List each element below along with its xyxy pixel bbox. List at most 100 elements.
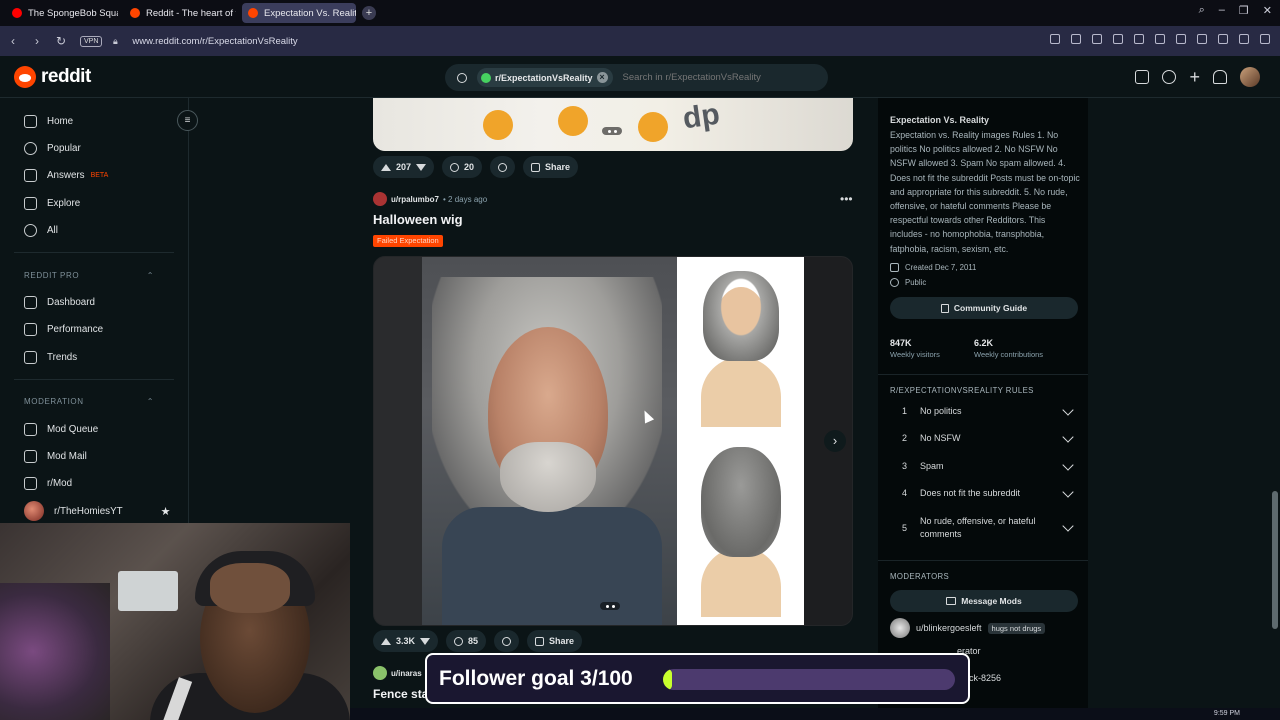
upvote-icon[interactable] (381, 163, 391, 171)
message-mods-button[interactable]: Message Mods (890, 590, 1078, 612)
user-avatar[interactable] (373, 192, 387, 206)
comments-button[interactable]: 20 (442, 156, 483, 178)
close-icon[interactable]: ✕ (1263, 4, 1272, 17)
post2-actions: 3.3K 85 Share (373, 630, 583, 652)
reddit-pro-section-toggle[interactable]: REDDIT PRO ⌃ (24, 271, 154, 280)
post-gallery[interactable]: › (373, 256, 853, 626)
moderator-item[interactable]: ck-8256 (969, 673, 1001, 683)
vote-control[interactable]: 3.3K (373, 630, 439, 652)
search-bar[interactable]: r/ExpectationVsReality × (445, 64, 828, 91)
reddit-logo[interactable]: reddit (14, 66, 91, 88)
forward-icon[interactable]: › (26, 34, 48, 48)
chevron-down-icon (1062, 403, 1074, 416)
upvote-icon[interactable] (381, 637, 391, 645)
post-flair[interactable]: Failed Expectation (373, 235, 443, 247)
share-button[interactable]: Share (523, 156, 579, 178)
sidebar-item-dashboard[interactable]: Dashboard (24, 291, 95, 313)
community-guide-button[interactable]: Community Guide (890, 297, 1078, 319)
sidebar-item-popular[interactable]: Popular (24, 137, 81, 159)
user-avatar[interactable] (373, 666, 387, 680)
rule-item[interactable]: 4 Does not fit the subreddit (902, 485, 1074, 500)
star-icon[interactable]: ★ (161, 505, 171, 518)
minimize-icon[interactable]: – (1219, 4, 1225, 17)
share-icon (535, 636, 545, 646)
weekly-contributions-stat: 6.2K Weekly contributions (974, 338, 1043, 359)
award-button[interactable] (490, 156, 516, 178)
reload-icon[interactable]: ↻ (50, 34, 72, 48)
post-author[interactable]: u/inaras (391, 669, 422, 678)
search-tabs-icon[interactable]: ⌕ (1199, 4, 1205, 17)
camera-icon[interactable] (1071, 34, 1081, 44)
menu-icon[interactable] (1176, 34, 1186, 44)
chip-label: r/ExpectationVsReality (495, 72, 593, 83)
post-title[interactable]: Fence sta (373, 687, 428, 701)
download-icon[interactable] (1155, 34, 1165, 44)
user-avatar[interactable] (1240, 67, 1260, 87)
tab-spongebob[interactable]: The SpongeBob SquarePa (6, 3, 118, 23)
subreddit-search-chip[interactable]: r/ExpectationVsReality × (477, 68, 613, 87)
button-label: Community Guide (953, 303, 1028, 313)
rule-item[interactable]: 3 Spam (902, 458, 1074, 473)
post-image-previous[interactable]: dp (373, 98, 853, 151)
moderation-section-toggle[interactable]: MODERATION ⌃ (24, 397, 154, 406)
scrollbar-thumb[interactable] (1272, 491, 1278, 629)
mannequin-front (701, 267, 781, 427)
post-author[interactable]: u/rpalumbo7 (391, 195, 439, 204)
moderator-item[interactable]: u/blinkergoesleft hugs not drugs (890, 618, 1046, 638)
sidebar-item-community[interactable]: r/TheHomiesYT ★ (24, 500, 170, 522)
more-options-icon[interactable]: ••• (840, 192, 853, 206)
rule-item[interactable]: 5 No rude, offensive, or hateful comment… (902, 515, 1074, 541)
maximize-icon[interactable]: ❐ (1239, 4, 1249, 17)
cake-icon (890, 263, 899, 272)
post-title[interactable]: Halloween wig (373, 212, 463, 227)
advertise-icon[interactable] (1135, 70, 1150, 84)
post1-actions: 207 20 Share (373, 156, 579, 178)
moderator-name: u/blinkergoesleft (916, 623, 982, 633)
rule-item[interactable]: 1 No politics (902, 403, 1074, 418)
search-input[interactable] (622, 72, 793, 83)
expectation-photo (422, 257, 677, 625)
sidebar-item-answers[interactable]: Answers BETA (24, 164, 108, 186)
section-heading: REDDIT PRO (24, 271, 80, 280)
tab-reddit-home[interactable]: Reddit - The heart of the (124, 3, 236, 23)
sidebar-item-label: Home (47, 115, 74, 127)
back-icon[interactable]: ‹ (2, 34, 24, 48)
sidebar-item-rmod[interactable]: r/Mod (24, 472, 72, 494)
sidebar-item-trends[interactable]: Trends (24, 346, 77, 368)
profile-icon[interactable] (1197, 34, 1207, 44)
wig-front (703, 271, 779, 361)
edit-icon[interactable] (1050, 34, 1060, 44)
browser-tab-strip: The SpongeBob SquarePa Reddit - The hear… (0, 0, 1280, 26)
award-button[interactable] (494, 630, 520, 652)
tab-expectation[interactable]: Expectation Vs. Reality (242, 3, 356, 23)
clear-chip-icon[interactable]: × (596, 72, 608, 83)
chat-icon[interactable] (1162, 70, 1177, 84)
wallet-icon[interactable] (1239, 34, 1249, 44)
extensions-icon[interactable] (1218, 34, 1228, 44)
collapse-nav-button[interactable]: ≡ (177, 110, 198, 131)
page-scrollbar[interactable] (1270, 98, 1280, 720)
heart-icon[interactable] (1134, 34, 1144, 44)
rule-item[interactable]: 2 No NSFW (902, 430, 1074, 445)
vpn-badge[interactable]: VPN (80, 35, 103, 47)
shield-icon[interactable] (1092, 34, 1102, 44)
create-icon[interactable]: + (1189, 68, 1200, 86)
sidebar-item-performance[interactable]: Performance (24, 318, 103, 340)
sidebar-item-explore[interactable]: Explore (24, 192, 80, 214)
new-tab-button[interactable]: + (362, 6, 376, 20)
sidebar-item-mod-mail[interactable]: Mod Mail (24, 445, 87, 467)
sidebar-item-home[interactable]: Home (24, 110, 73, 132)
vote-control[interactable]: 207 (373, 156, 435, 178)
user-flair: hugs not drugs (987, 622, 1046, 634)
share-button[interactable]: Share (527, 630, 583, 652)
notification-icon[interactable] (1213, 70, 1227, 84)
vpn-icon[interactable] (1260, 34, 1270, 44)
sidebar-item-all[interactable]: All (24, 219, 58, 241)
url-field[interactable]: www.reddit.com/r/ExpectationVsReality (132, 36, 297, 47)
play-icon[interactable] (1113, 34, 1123, 44)
downvote-icon[interactable] (420, 637, 431, 645)
comments-button[interactable]: 85 (446, 630, 487, 652)
sidebar-item-mod-queue[interactable]: Mod Queue (24, 418, 98, 440)
next-image-button[interactable]: › (824, 430, 846, 452)
downvote-icon[interactable] (416, 163, 427, 171)
